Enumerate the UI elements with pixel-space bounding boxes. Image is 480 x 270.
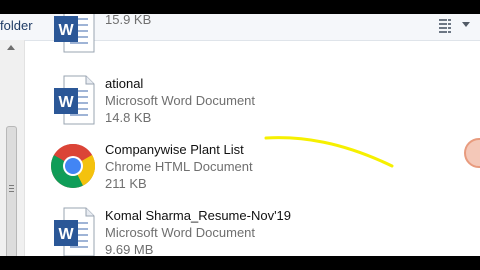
file-name: Companywise Plant List: [105, 142, 244, 157]
word-document-icon: W: [50, 74, 96, 126]
file-size: 211 KB: [105, 176, 147, 191]
list-item[interactable]: W ational Microsoft Word Document 14.8 K…: [24, 72, 480, 136]
list-item[interactable]: Companywise Plant List Chrome HTML Docum…: [24, 138, 480, 202]
explorer-window: folder W 15.9 KB W ational Microsoft Wor…: [0, 14, 480, 256]
svg-text:W: W: [58, 94, 74, 111]
file-type: Microsoft Word Document: [105, 225, 256, 240]
vertical-scrollbar[interactable]: [0, 40, 25, 256]
svg-text:W: W: [58, 22, 74, 39]
chrome-icon: [50, 140, 96, 192]
svg-text:W: W: [58, 226, 74, 243]
file-size: 14.8 KB: [105, 110, 152, 125]
file-type: Microsoft Word Document: [105, 93, 256, 108]
yellow-highlight-stroke: [264, 136, 394, 168]
scrollbar-thumb[interactable]: [6, 126, 17, 256]
list-item[interactable]: W 15.9 KB: [24, 14, 480, 66]
file-name: ational: [105, 76, 144, 91]
scroll-up-arrow-icon[interactable]: [7, 45, 15, 50]
file-list: W 15.9 KB W ational Microsoft Word Docum…: [24, 14, 480, 256]
word-document-icon: W: [50, 14, 96, 54]
file-size: 15.9 KB: [105, 14, 152, 27]
word-document-icon: W: [50, 206, 96, 256]
file-type: Chrome HTML Document: [105, 159, 253, 174]
file-size: 9.69 MB: [105, 242, 154, 256]
list-item[interactable]: W Komal Sharma_Resume-Nov'19 Microsoft W…: [24, 204, 480, 256]
file-name: Komal Sharma_Resume-Nov'19: [105, 208, 292, 223]
